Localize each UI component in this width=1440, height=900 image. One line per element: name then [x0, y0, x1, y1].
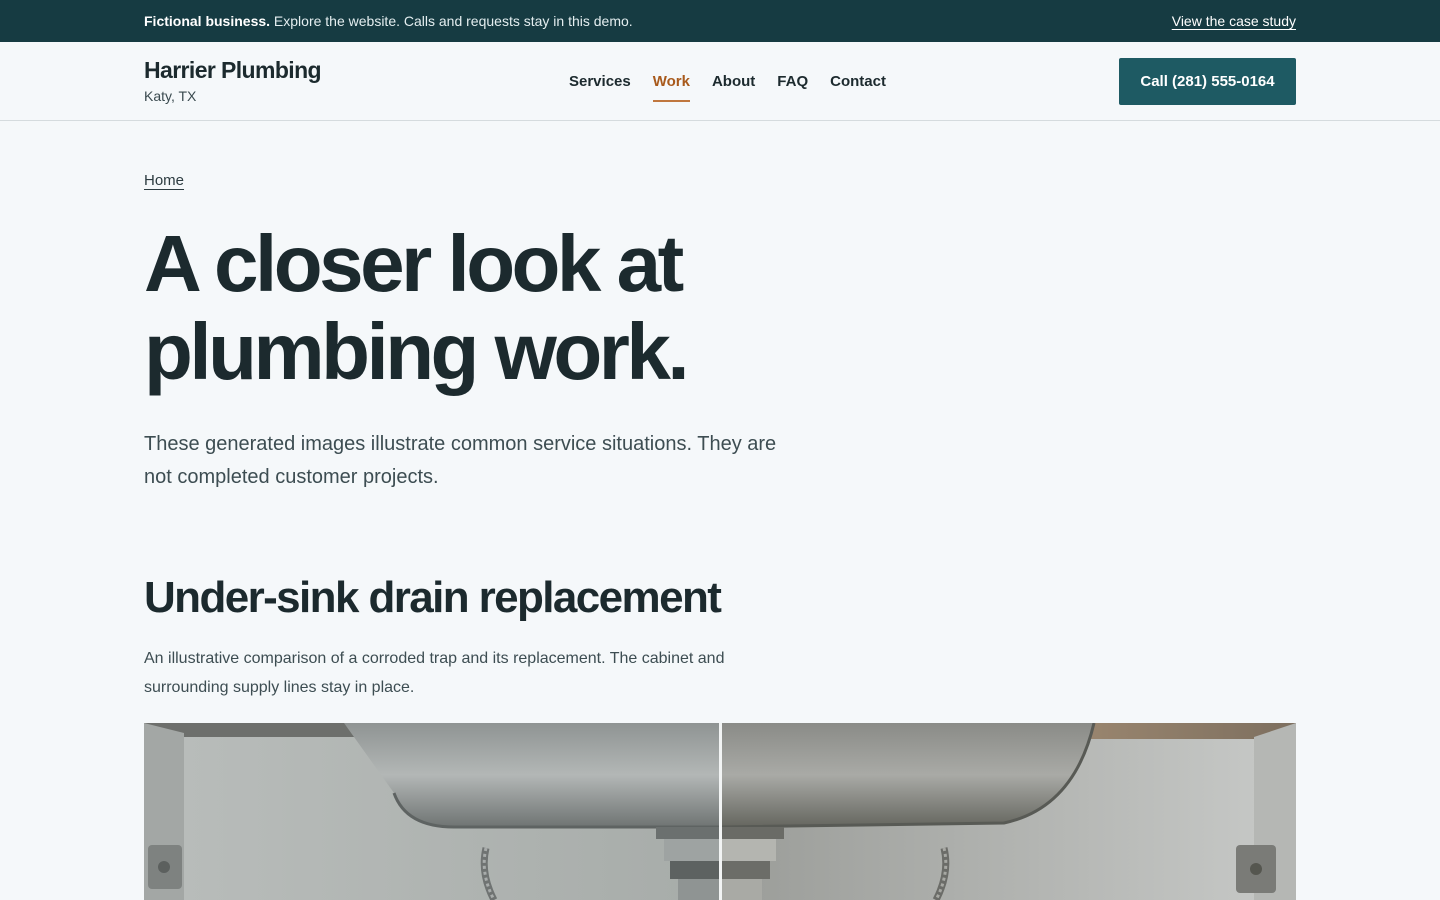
page-title: A closer look at plumbing work.	[144, 220, 844, 396]
brand-logo[interactable]: Harrier Plumbing Katy, TX	[144, 56, 322, 105]
page-title-line-1: A closer look at	[144, 219, 684, 308]
breadcrumb-home[interactable]: Home	[144, 172, 184, 189]
site-header: Harrier Plumbing Katy, TX Services Work …	[0, 42, 1440, 121]
nav-item-contact[interactable]: Contact	[830, 63, 886, 100]
section-title: Under-sink drain replacement	[144, 573, 722, 622]
brand-location: Katy, TX	[144, 88, 197, 105]
section-description: An illustrative comparison of a corroded…	[144, 650, 725, 696]
banner-bold: Fictional business.	[144, 13, 271, 29]
banner-text: Fictional business. Explore the website.…	[144, 13, 633, 29]
brand-name: Harrier Plumbing	[144, 56, 322, 83]
case-study-link[interactable]: View the case study	[1172, 13, 1296, 29]
nav-item-work[interactable]: Work	[652, 63, 691, 102]
page-subtitle: These generated images illustrate common…	[144, 433, 777, 488]
page-title-line-2: plumbing work.	[144, 307, 690, 396]
nav-item-faq[interactable]: FAQ	[777, 63, 808, 100]
main-content: Home A closer look at plumbing work. The…	[0, 121, 1440, 702]
nav-item-about[interactable]: About	[712, 63, 755, 100]
demo-banner: Fictional business. Explore the website.…	[0, 0, 1440, 42]
nav-item-services[interactable]: Services	[569, 63, 631, 100]
before-after-comparison[interactable]	[144, 723, 1296, 900]
main-nav: Services Work About FAQ Contact	[569, 42, 886, 121]
comparison-slider-handle[interactable]	[719, 723, 722, 900]
call-button[interactable]: Call (281) 555-0164	[1119, 58, 1296, 105]
banner-message: Explore the website. Calls and requests …	[270, 13, 633, 29]
